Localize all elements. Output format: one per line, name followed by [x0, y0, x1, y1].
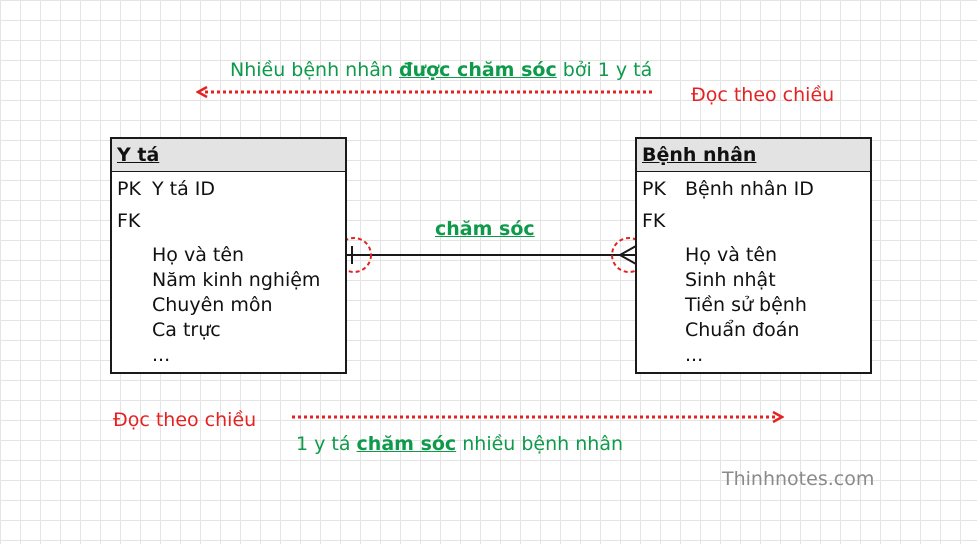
top-caption-prefix: Nhiều bệnh nhân — [230, 59, 399, 81]
watermark: Thinhnotes.com — [722, 468, 875, 490]
top-direction-label: Đọc theo chiều — [691, 84, 835, 106]
entity-patient: Bệnh nhân PK Bệnh nhân ID FK Họ và tên S… — [635, 137, 872, 374]
entity-patient-attr: Sinh nhật — [685, 269, 776, 291]
entity-patient-attr: ... — [685, 344, 704, 366]
entity-nurse-attr: Năm kinh nghiệm — [152, 269, 321, 291]
entity-patient-pk-label: PK — [642, 178, 666, 200]
entity-patient-attr: Họ và tên — [685, 244, 778, 266]
entity-nurse-attr: ... — [152, 344, 171, 366]
bottom-caption-bold: chăm sóc — [356, 433, 457, 455]
entity-patient-pk-field: Bệnh nhân ID — [685, 178, 814, 200]
entity-nurse-attr: Ca trực — [152, 319, 221, 341]
bottom-direction-label: Đọc theo chiều — [113, 409, 257, 431]
entity-nurse-pk-field: Y tá ID — [152, 178, 216, 200]
top-caption: Nhiều bệnh nhân được chăm sóc bởi 1 y tá — [230, 59, 652, 81]
entity-patient-fk-label: FK — [642, 210, 666, 232]
relationship-label: chăm sóc — [435, 218, 535, 240]
top-caption-bold: được chăm sóc — [399, 59, 557, 81]
bottom-caption-suffix: nhiều bệnh nhân — [456, 433, 624, 455]
entity-nurse-pk-label: PK — [117, 178, 141, 200]
entity-nurse-fk-label: FK — [117, 210, 141, 232]
entity-nurse-title: Y tá — [112, 139, 345, 172]
entity-patient-attr: Chuẩn đoán — [685, 319, 800, 341]
entity-nurse-attr: Họ và tên — [152, 244, 245, 266]
entity-nurse: Y tá PK Y tá ID FK Họ và tên Năm kinh ng… — [110, 137, 347, 374]
bottom-caption-prefix: 1 y tá — [296, 433, 357, 455]
entity-patient-attr: Tiền sử bệnh — [685, 294, 807, 316]
entity-patient-title: Bệnh nhân — [637, 139, 870, 172]
entity-nurse-attr: Chuyên môn — [152, 294, 273, 316]
bottom-caption: 1 y tá chăm sóc nhiều bệnh nhân — [296, 433, 623, 455]
top-caption-suffix: bởi 1 y tá — [556, 59, 653, 81]
